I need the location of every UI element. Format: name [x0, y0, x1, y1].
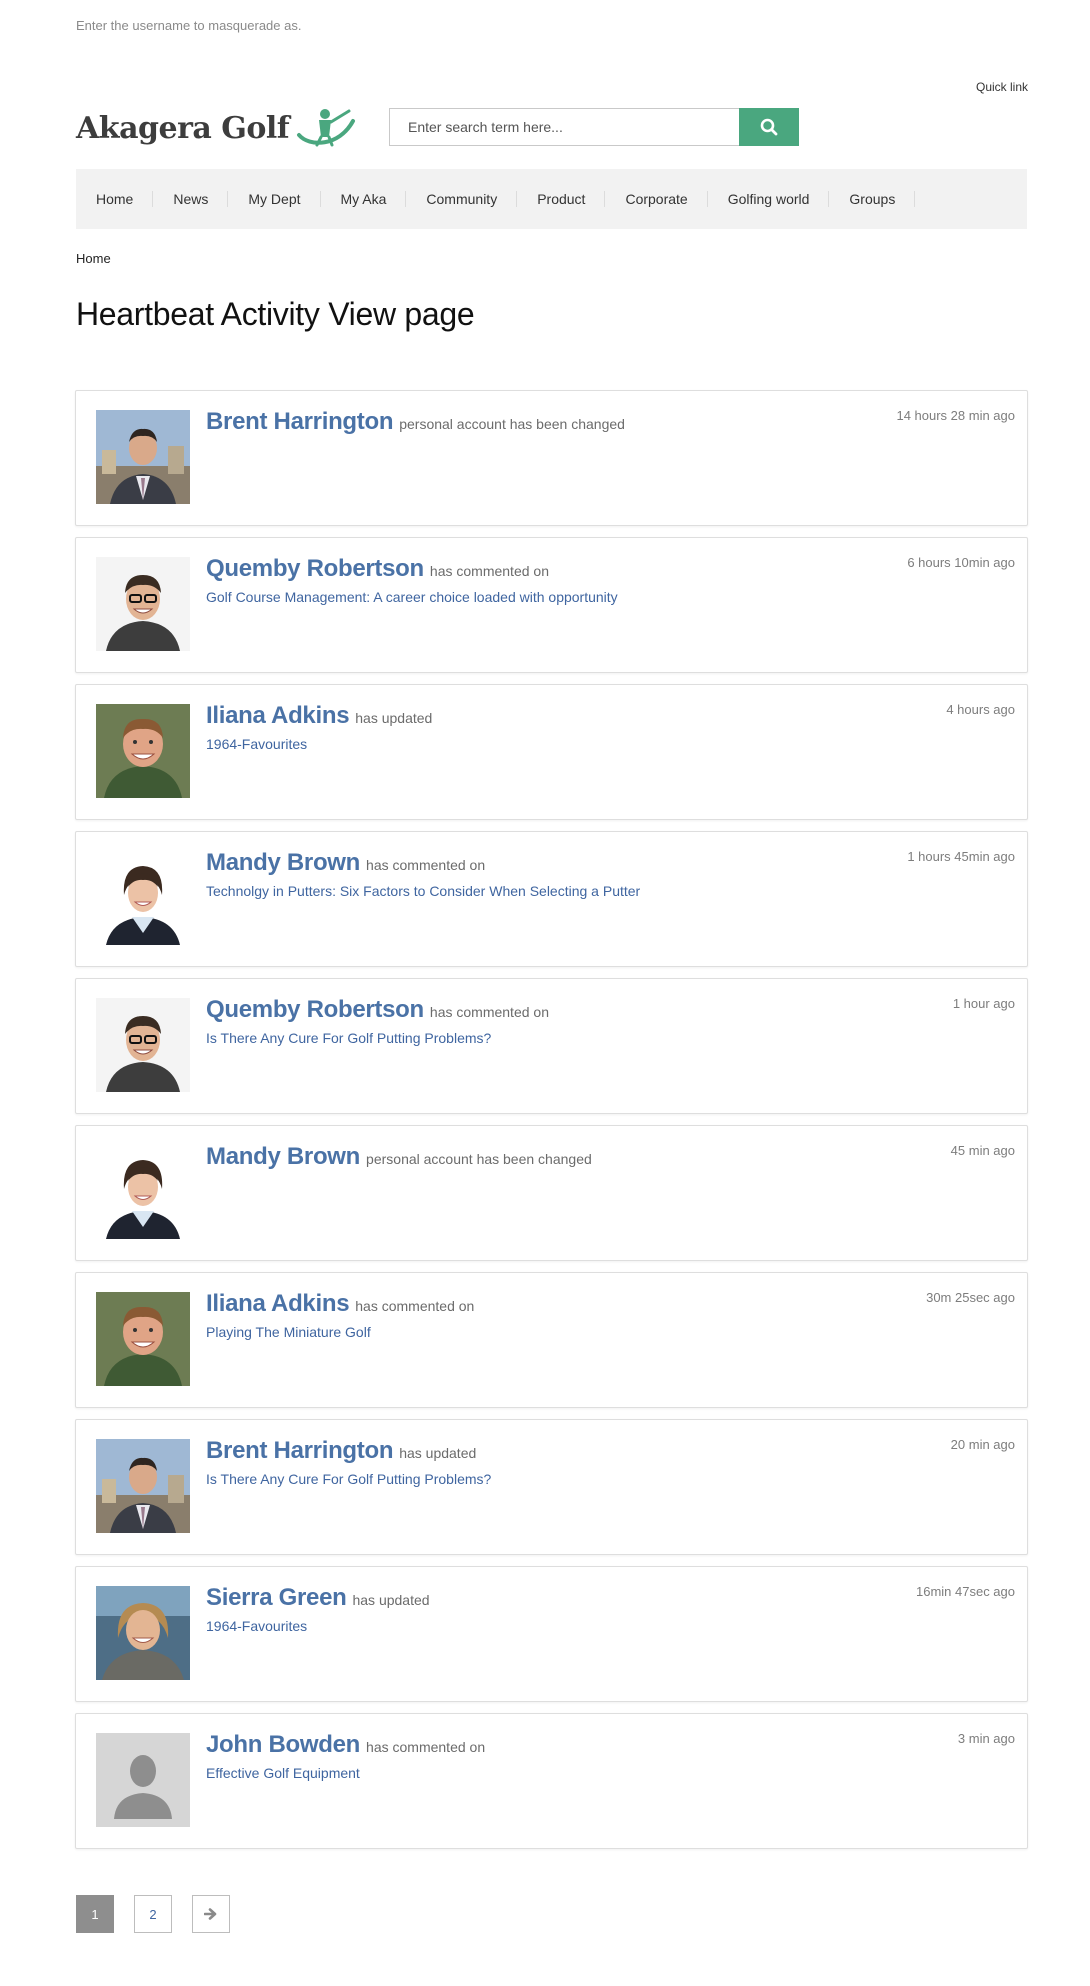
activity-body: Iliana Adkins has commented on Playing The…	[206, 1290, 887, 1340]
user-name-link[interactable]: Mandy Brown	[206, 849, 360, 876]
activity-action: has updated	[399, 1445, 477, 1461]
activity-action: has updated	[352, 1592, 430, 1608]
user-name-link[interactable]: Iliana Adkins	[206, 1290, 350, 1317]
activity-target-link[interactable]: Golf Course Management: A career choice …	[206, 589, 887, 605]
page-title: Heartbeat Activity View page	[76, 296, 475, 332]
activity-timestamp: 30m 25sec ago	[926, 1290, 1015, 1305]
activity-card: Quemby Robertson has commented on Golf Cou…	[75, 537, 1028, 673]
activity-action: has commented on	[366, 857, 486, 873]
pagination: 1 2	[76, 1895, 230, 1933]
activity-card: Quemby Robertson has commented on Is There…	[75, 978, 1028, 1114]
avatar[interactable]	[96, 557, 190, 651]
activity-action: has commented on	[429, 563, 549, 579]
activity-timestamp: 3 min ago	[957, 1731, 1015, 1746]
nav-item-product[interactable]: Product	[517, 191, 606, 207]
activity-timestamp: 1 hours 45min ago	[907, 849, 1015, 864]
activity-body: Mandy Brown personal account has been cha…	[206, 1143, 887, 1171]
activity-body: John Bowden has commented on Effective Gol…	[206, 1731, 887, 1781]
nav-item-home[interactable]: Home	[76, 191, 154, 207]
activity-target-link[interactable]: Technolgy in Putters: Six Factors to Con…	[206, 883, 887, 899]
nav-item-groups[interactable]: Groups	[829, 191, 916, 207]
activity-action: has updated	[355, 710, 433, 726]
search-bar	[389, 108, 799, 146]
activity-body: Iliana Adkins has updated 1964-Favourites	[206, 702, 887, 752]
user-name-link[interactable]: Brent Harrington	[206, 1437, 394, 1464]
user-name-link[interactable]: Iliana Adkins	[206, 702, 350, 729]
activity-target-link[interactable]: 1964-Favourites	[206, 736, 887, 752]
avatar[interactable]	[96, 1733, 190, 1827]
nav-item-golfing-world[interactable]: Golfing world	[708, 191, 830, 207]
nav-item-community[interactable]: Community	[406, 191, 518, 207]
activity-card: Brent Harrington has updated Is There Any …	[75, 1419, 1028, 1555]
activity-body: Quemby Robertson has commented on Is There…	[206, 996, 887, 1046]
activity-card: Brent Harrington personal account has bee…	[75, 390, 1028, 526]
logo-text: Akagera Golf	[76, 110, 290, 146]
page-1-button[interactable]: 1	[76, 1895, 114, 1933]
activity-timestamp: 6 hours 10min ago	[907, 555, 1015, 570]
activity-card: Iliana Adkins has updated 1964-Favourites 4…	[75, 684, 1028, 820]
golfer-logo-icon	[297, 109, 356, 147]
nav-item-corporate[interactable]: Corporate	[605, 191, 708, 207]
avatar[interactable]	[96, 704, 190, 798]
activity-card: John Bowden has commented on Effective Gol…	[75, 1713, 1028, 1849]
nav-item-my-dept[interactable]: My Dept	[228, 191, 321, 207]
page-2-button[interactable]: 2	[134, 1895, 172, 1933]
activity-action: personal account has been changed	[366, 1151, 592, 1167]
activity-timestamp: 4 hours ago	[946, 702, 1015, 717]
user-name-link[interactable]: Quemby Robertson	[206, 996, 424, 1023]
search-input[interactable]	[389, 108, 739, 146]
activity-body: Mandy Brown has commented on Technolgy in …	[206, 849, 887, 899]
user-name-link[interactable]: Mandy Brown	[206, 1143, 360, 1170]
search-icon	[760, 118, 778, 136]
activity-action: has commented on	[429, 1004, 549, 1020]
avatar[interactable]	[96, 410, 190, 504]
activity-action: has commented on	[355, 1298, 475, 1314]
activity-card: Mandy Brown has commented on Technolgy in …	[75, 831, 1028, 967]
nav-item-my-aka[interactable]: My Aka	[321, 191, 407, 207]
avatar[interactable]	[96, 851, 190, 945]
breadcrumb[interactable]: Home	[76, 251, 111, 266]
activity-target-link[interactable]: 1964-Favourites	[206, 1618, 887, 1634]
search-button[interactable]	[739, 108, 799, 146]
masquerade-hint: Enter the username to masquerade as.	[76, 18, 302, 33]
user-name-link[interactable]: Quemby Robertson	[206, 555, 424, 582]
activity-feed: Brent Harrington personal account has bee…	[75, 390, 1028, 1860]
main-nav: Home News My Dept My Aka Community Produ…	[76, 169, 1027, 229]
activity-body: Quemby Robertson has commented on Golf Cou…	[206, 555, 887, 605]
quick-link[interactable]: Quick link	[976, 80, 1028, 94]
activity-body: Sierra Green has updated 1964-Favourites	[206, 1584, 887, 1634]
activity-body: Brent Harrington personal account has bee…	[206, 408, 887, 436]
nav-item-news[interactable]: News	[153, 191, 229, 207]
avatar[interactable]	[96, 1439, 190, 1533]
activity-timestamp: 16min 47sec ago	[915, 1584, 1015, 1599]
next-page-button[interactable]	[192, 1895, 230, 1933]
activity-card: Sierra Green has updated 1964-Favourites 16…	[75, 1566, 1028, 1702]
activity-card: Mandy Brown personal account has been cha…	[75, 1125, 1028, 1261]
activity-action: has commented on	[366, 1739, 486, 1755]
arrow-right-icon	[204, 1908, 217, 1920]
activity-target-link[interactable]: Is There Any Cure For Golf Putting Probl…	[206, 1471, 887, 1487]
avatar[interactable]	[96, 1292, 190, 1386]
avatar[interactable]	[96, 1586, 190, 1680]
activity-target-link[interactable]: Playing The Miniature Golf	[206, 1324, 887, 1340]
activity-target-link[interactable]: Is There Any Cure For Golf Putting Probl…	[206, 1030, 887, 1046]
activity-timestamp: 20 min ago	[950, 1437, 1015, 1452]
page: Enter the username to masquerade as. Qui…	[0, 0, 1090, 1986]
avatar[interactable]	[96, 998, 190, 1092]
activity-target-link[interactable]: Effective Golf Equipment	[206, 1765, 887, 1781]
activity-card: Iliana Adkins has commented on Playing The…	[75, 1272, 1028, 1408]
activity-timestamp: 45 min ago	[950, 1143, 1015, 1158]
activity-timestamp: 1 hour ago	[952, 996, 1015, 1011]
site-logo[interactable]: Akagera Golf	[76, 104, 357, 152]
user-name-link[interactable]: Sierra Green	[206, 1584, 347, 1611]
activity-action: personal account has been changed	[399, 416, 625, 432]
activity-body: Brent Harrington has updated Is There Any …	[206, 1437, 887, 1487]
avatar[interactable]	[96, 1145, 190, 1239]
user-name-link[interactable]: Brent Harrington	[206, 408, 394, 435]
user-name-link[interactable]: John Bowden	[206, 1731, 360, 1758]
activity-timestamp: 14 hours 28 min ago	[896, 408, 1015, 423]
